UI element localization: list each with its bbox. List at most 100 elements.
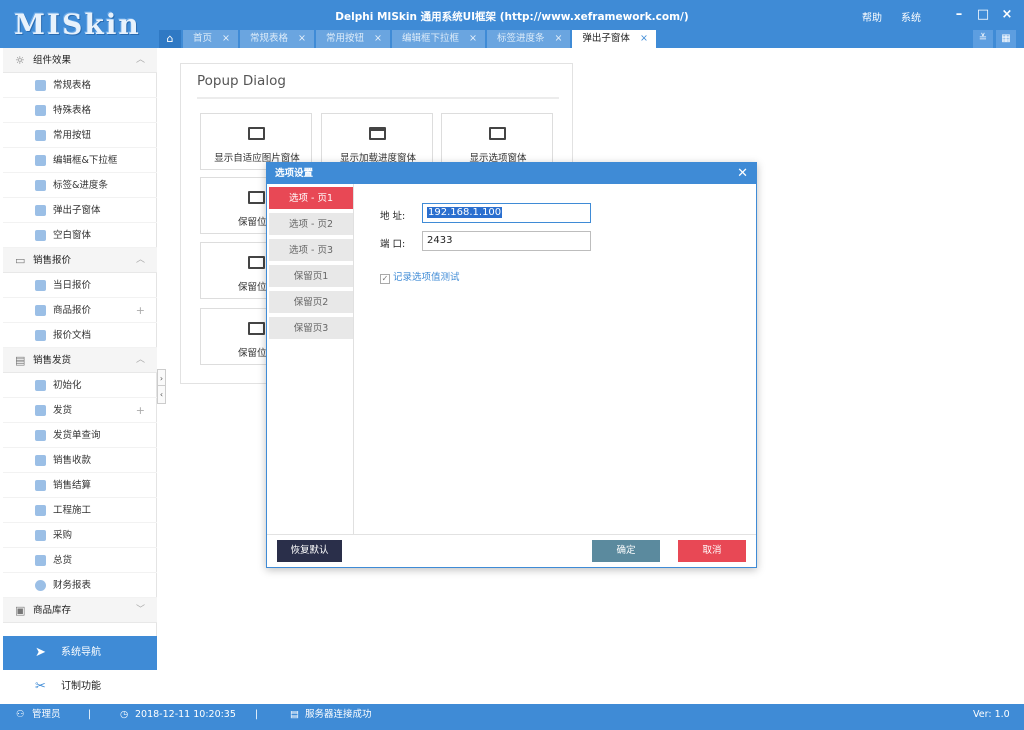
help-menu[interactable]: 帮助 [862, 9, 882, 24]
close-tab-icon[interactable]: × [298, 33, 306, 44]
divider [197, 97, 559, 99]
dialog-tab-page3[interactable]: 选项 - 页3 [269, 239, 353, 263]
book-icon [35, 305, 46, 316]
plus-icon[interactable]: + [136, 398, 145, 423]
sidebar-item-ship[interactable]: 发货 + [3, 398, 157, 423]
close-tab-icon[interactable]: × [222, 33, 230, 44]
truck-icon [35, 405, 46, 416]
tab-buttons[interactable]: 常用按钮 × [315, 30, 390, 48]
grid-icon [35, 80, 46, 91]
sidebar-item-total-goods[interactable]: 总货 [3, 548, 157, 573]
status-bar: ⚇ 管理员 | ◷ 2018-12-11 10:20:35 | ▤ 服务器连接成… [0, 704, 1024, 730]
tab-bar: ⌂ 首页 × 常规表格 × 常用按钮 × 编辑框下拉框 × 标签进度条 × 弹出子窗体 × [159, 30, 658, 48]
worker-icon [35, 505, 46, 516]
maximize-button[interactable]: □ [973, 6, 993, 24]
close-tab-icon[interactable]: × [554, 33, 562, 44]
dialog-title-bar: 选项设置 ✕ [267, 163, 756, 184]
sidebar-group-quotation[interactable]: ▭ 销售报价 ︿ [3, 248, 157, 273]
tab-popup-form[interactable]: 弹出子窗体 × [572, 30, 656, 48]
image-icon [248, 127, 265, 140]
sidebar-item-normal-grid[interactable]: 常规表格 [3, 73, 157, 98]
dialog-tab-page1[interactable]: 选项 - 页1 [269, 187, 353, 211]
sidebar-item-initialize[interactable]: 初始化 [3, 373, 157, 398]
dialog-tab-reserved1[interactable]: 保留页1 [269, 265, 353, 289]
dialog-tab-page2[interactable]: 选项 - 页2 [269, 213, 353, 237]
sidebar-group-components[interactable]: ☼ 组件效果 ︿ [3, 48, 157, 73]
sidebar-item-sales-receipt[interactable]: 销售收款 [3, 448, 157, 473]
tab-label-progress[interactable]: 标签进度条 × [486, 30, 571, 48]
check-icon: ✓ [380, 274, 390, 284]
sidebar-group-delivery[interactable]: ▤ 销售发货 ︿ [3, 348, 157, 373]
minimize-button[interactable]: – [949, 6, 969, 24]
chevron-up-icon: ︿ [135, 255, 145, 265]
home-icon [35, 430, 46, 441]
chevron-down-icon[interactable]: ≚ [973, 30, 993, 48]
prohibited-icon [248, 191, 265, 204]
options-dialog: 选项设置 ✕ 选项 - 页1 选项 - 页2 选项 - 页3 保留页1 保留页2… [266, 162, 757, 568]
user-icon: ⚇ [16, 709, 25, 720]
tools-icon: ✂ [35, 679, 46, 694]
tab-grid[interactable]: 常规表格 × [239, 30, 314, 48]
sidebar-item-quote-docs[interactable]: 报价文档 [3, 323, 157, 348]
port-field[interactable]: 2433 [422, 231, 591, 251]
sidebar-item-construction[interactable]: 工程施工 [3, 498, 157, 523]
sidebar-item-daily-quote[interactable]: 当日报价 [3, 273, 157, 298]
home-icon[interactable]: ⌂ [159, 30, 181, 48]
sidebar-item-sales-settle[interactable]: 销售结算 [3, 473, 157, 498]
close-icon[interactable]: ✕ [737, 163, 748, 184]
ok-button[interactable]: 确定 [592, 540, 660, 562]
status-message: 服务器连接成功 [305, 709, 372, 720]
sidebar-item-purchase[interactable]: 采购 [3, 523, 157, 548]
chevron-up-icon: ︿ [135, 355, 145, 365]
address-label: 地 址: [380, 211, 406, 222]
inbox-icon: ▭ [15, 254, 26, 267]
sidebar-item-buttons[interactable]: 常用按钮 [3, 123, 157, 148]
version-label: Ver: 1.0 [973, 709, 1010, 720]
sidebar-item-ship-query[interactable]: 发货单查询 [3, 423, 157, 448]
sidebar-group-inventory[interactable]: ▣ 商品库存 ﹀ [3, 598, 157, 623]
record-option-checkbox[interactable]: ✓ 记录选项值测试 [380, 269, 460, 284]
sidebar-item-label-progress[interactable]: 标签&进度条 [3, 173, 157, 198]
close-tab-icon[interactable]: × [374, 33, 382, 44]
dialog-tab-reserved3[interactable]: 保留页3 [269, 317, 353, 341]
plus-icon[interactable]: + [136, 298, 145, 323]
address-field[interactable]: 192.168.1.100 [422, 203, 591, 223]
sidebar-item-popup-form[interactable]: 弹出子窗体 [3, 198, 157, 223]
cancel-button[interactable]: 取消 [678, 540, 746, 562]
user-icon [35, 155, 46, 166]
home-icon [35, 230, 46, 241]
sidebar-item-special-grid[interactable]: 特殊表格 [3, 98, 157, 123]
archive-icon [35, 330, 46, 341]
port-value: 2433 [427, 235, 453, 246]
system-menu[interactable]: 系统 [901, 9, 921, 24]
title-bar: MISkin Delphi MISkin 通用系统UI框架 (http://ww… [0, 0, 1024, 48]
dialog-tab-reserved2[interactable]: 保留页2 [269, 291, 353, 315]
nav-custom-button[interactable]: ✂ 订制功能 [3, 670, 157, 704]
truck-icon [35, 130, 46, 141]
restore-default-button[interactable]: 恢复默认 [277, 540, 342, 562]
collapse-sidebar-handle[interactable]: ‹ [157, 385, 166, 404]
status-datetime: 2018-12-11 10:20:35 [135, 709, 236, 720]
sidebar-item-edit-combo[interactable]: 编辑框&下拉框 [3, 148, 157, 173]
close-window-button[interactable]: × [997, 6, 1017, 24]
calendar-icon [35, 555, 46, 566]
chevron-up-icon: ︿ [135, 55, 145, 65]
window-icon [369, 127, 386, 140]
sidebar-item-blank-form[interactable]: 空白窗体 [3, 223, 157, 248]
calculator-icon [35, 480, 46, 491]
tab-home[interactable]: 首页 × [183, 30, 238, 48]
grid-icon[interactable]: ▦ [996, 30, 1016, 48]
coin-icon [35, 580, 46, 591]
close-tab-icon[interactable]: × [640, 33, 648, 44]
dialog-footer: 恢复默认 确定 取消 [267, 534, 756, 567]
nav-system-button[interactable]: ➤ 系统导航 [3, 636, 157, 670]
sidebar-item-product-quote[interactable]: 商品报价 + [3, 298, 157, 323]
close-tab-icon[interactable]: × [469, 33, 477, 44]
stack-icon [35, 380, 46, 391]
port-label: 端 口: [380, 239, 406, 250]
chevron-down-icon: ﹀ [135, 605, 145, 615]
tab-edit-combo[interactable]: 编辑框下拉框 × [391, 30, 485, 48]
dialog-tab-list: 选项 - 页1 选项 - 页2 选项 - 页3 保留页1 保留页2 保留页3 [267, 184, 354, 534]
sidebar-item-finance-report[interactable]: 财务报表 [3, 573, 157, 598]
prohibited-icon [248, 322, 265, 335]
